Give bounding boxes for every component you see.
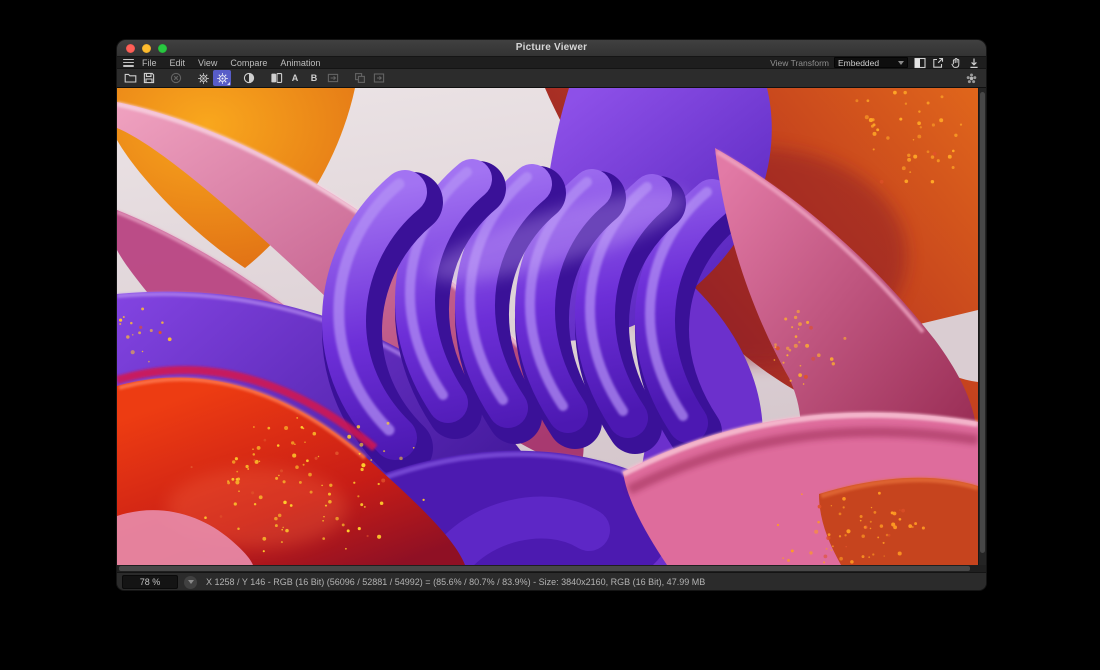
title-bar: Picture Viewer: [117, 40, 986, 57]
vertical-scrollbar-thumb[interactable]: [980, 92, 985, 553]
download-icon[interactable]: [967, 57, 980, 69]
team-render-button[interactable]: [962, 70, 980, 86]
hamburger-menu-icon[interactable]: [123, 59, 134, 67]
screen-background: Picture Viewer File Edit View Compare An…: [0, 0, 1100, 670]
menu-animation[interactable]: Animation: [280, 58, 320, 68]
image-viewport[interactable]: [117, 88, 986, 565]
menu-view[interactable]: View: [198, 58, 217, 68]
view-transform-value: Embedded: [838, 58, 898, 68]
compare-ab-button[interactable]: [267, 70, 285, 86]
popout-window-icon[interactable]: [931, 57, 944, 69]
swap-ab-button[interactable]: [324, 70, 342, 86]
save-image-button[interactable]: [140, 70, 158, 86]
open-file-button[interactable]: [121, 70, 139, 86]
compare-a-button[interactable]: A: [286, 70, 304, 86]
split-view-icon[interactable]: [913, 57, 926, 69]
vertical-scrollbar[interactable]: [978, 88, 986, 565]
render-settings-button[interactable]: [194, 70, 212, 86]
pan-hand-icon[interactable]: [949, 57, 962, 69]
rendered-image: [117, 88, 978, 565]
window-title: Picture Viewer: [117, 42, 986, 53]
chevron-down-icon: [898, 61, 904, 65]
menu-bar: File Edit View Compare Animation View Tr…: [117, 57, 986, 69]
zoom-dropdown-button[interactable]: [184, 576, 197, 589]
picture-viewer-window: Picture Viewer File Edit View Compare An…: [117, 40, 986, 590]
filter-contrast-button[interactable]: [240, 70, 258, 86]
stop-render-button[interactable]: [167, 70, 185, 86]
view-transform-dropdown[interactable]: Embedded: [834, 57, 908, 68]
toolbar: A B: [117, 69, 986, 88]
export-button[interactable]: [370, 70, 388, 86]
view-transform-label: View Transform: [770, 58, 829, 68]
status-bar: 78 % X 1258 / Y 146 - RGB (16 Bit) (5609…: [117, 573, 986, 590]
menu-compare[interactable]: Compare: [230, 58, 267, 68]
display-settings-button[interactable]: [213, 70, 231, 86]
chevron-down-icon: [188, 580, 194, 584]
compare-b-button[interactable]: B: [305, 70, 323, 86]
menu-file[interactable]: File: [142, 58, 157, 68]
zoom-level-field[interactable]: 78 %: [122, 575, 178, 589]
zoom-level-value: 78 %: [140, 577, 161, 587]
pixel-info-text: X 1258 / Y 146 - RGB (16 Bit) (56096 / 5…: [206, 577, 705, 587]
menu-edit[interactable]: Edit: [170, 58, 186, 68]
horizontal-scrollbar-thumb[interactable]: [119, 566, 970, 571]
horizontal-scrollbar[interactable]: [117, 565, 986, 573]
copy-layers-button[interactable]: [351, 70, 369, 86]
